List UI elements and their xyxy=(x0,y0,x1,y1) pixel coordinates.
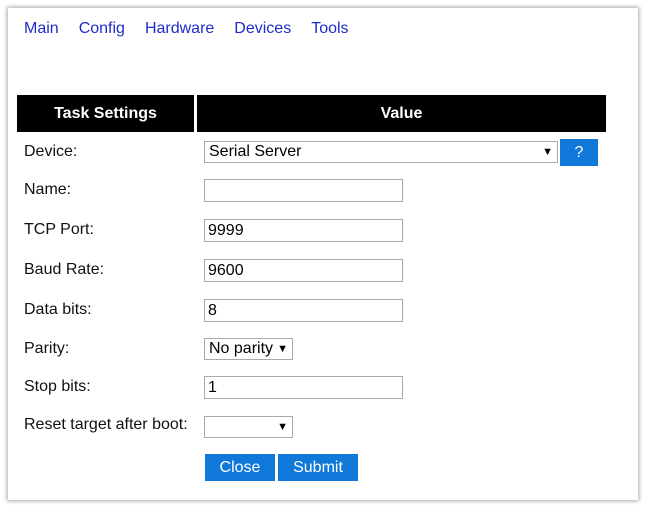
triangle-down-icon: ▼ xyxy=(542,146,553,158)
settings-panel: Main Config Hardware Devices Tools Task … xyxy=(8,8,638,500)
nav-main[interactable]: Main xyxy=(24,20,59,42)
triangle-down-icon: ▼ xyxy=(277,421,288,433)
name-input[interactable] xyxy=(204,179,403,202)
header-task-settings: Task Settings xyxy=(17,95,194,132)
nav-devices[interactable]: Devices xyxy=(234,20,291,42)
device-select-value: Serial Server xyxy=(209,143,302,160)
reset-target-select[interactable]: ▼ xyxy=(204,416,293,438)
top-nav: Main Config Hardware Devices Tools xyxy=(24,20,369,42)
device-help-button[interactable]: ? xyxy=(560,139,598,166)
stop-bits-input[interactable]: 1 xyxy=(204,376,403,399)
tcp-port-input[interactable]: 9999 xyxy=(204,219,403,242)
triangle-down-icon: ▼ xyxy=(277,343,288,355)
data-bits-input[interactable]: 8 xyxy=(204,299,403,322)
device-select[interactable]: Serial Server ▼ xyxy=(204,141,558,163)
header-value: Value xyxy=(197,95,606,132)
baud-rate-input[interactable]: 9600 xyxy=(204,259,403,282)
close-button[interactable]: Close xyxy=(205,454,275,481)
data-bits-label: Data bits: xyxy=(24,301,92,318)
submit-button[interactable]: Submit xyxy=(278,454,358,481)
tcp-port-label: TCP Port: xyxy=(24,221,94,238)
device-label: Device: xyxy=(24,143,78,160)
nav-tools[interactable]: Tools xyxy=(311,20,348,42)
parity-label: Parity: xyxy=(24,340,70,357)
reset-target-label: Reset target after boot: xyxy=(24,416,188,433)
nav-hardware[interactable]: Hardware xyxy=(145,20,214,42)
nav-config[interactable]: Config xyxy=(79,20,125,42)
baud-rate-label: Baud Rate: xyxy=(24,261,105,278)
stop-bits-label: Stop bits: xyxy=(24,378,91,395)
parity-select-value: No parity xyxy=(209,340,274,357)
parity-select[interactable]: No parity ▼ xyxy=(204,338,293,360)
name-label: Name: xyxy=(24,181,72,198)
